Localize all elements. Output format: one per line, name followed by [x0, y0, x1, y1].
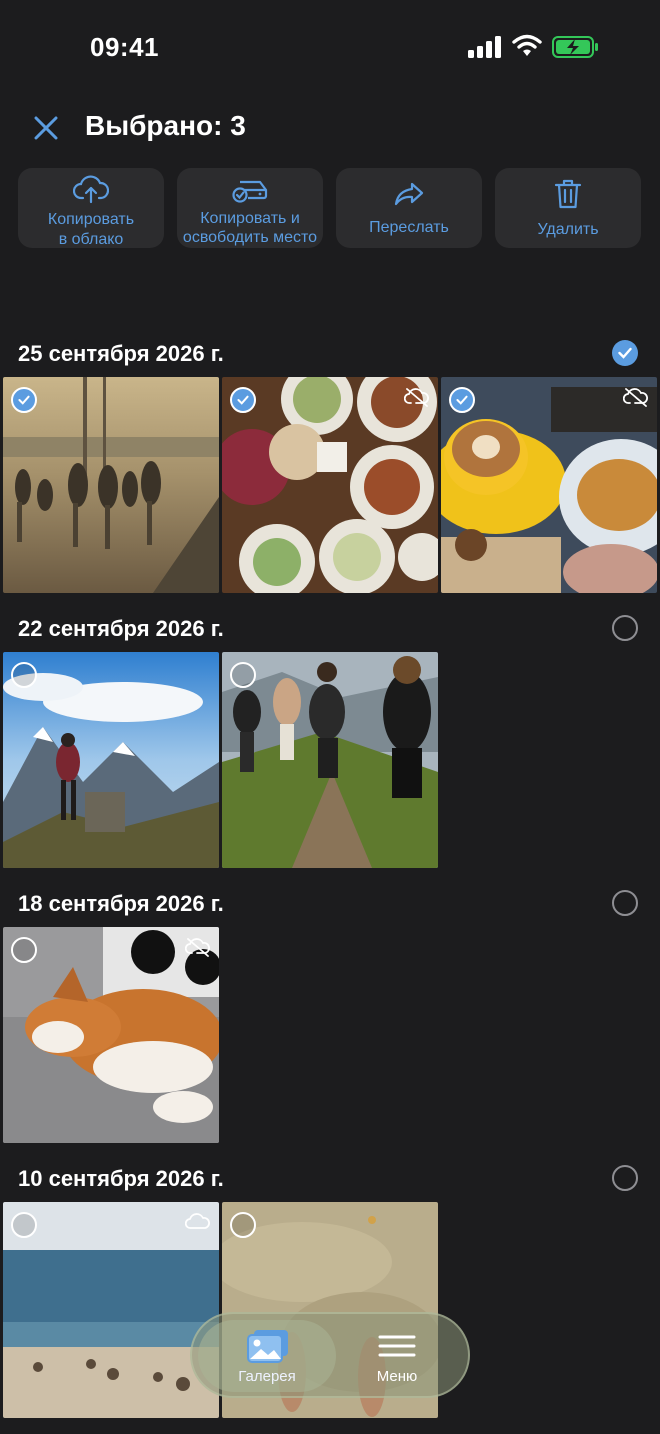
photo-tile[interactable]: [3, 1202, 219, 1418]
photo-group-hiking: [222, 652, 438, 868]
photo-people-walking: [3, 377, 219, 593]
cloud-off-icon: [185, 938, 210, 957]
forward-icon: [394, 182, 424, 206]
checkmark-icon: [456, 395, 468, 405]
photo-tile[interactable]: [3, 927, 219, 1143]
copy-to-cloud-label-2: в облако: [58, 231, 124, 248]
tab-menu-label: Меню: [376, 1368, 418, 1385]
photo-mountain-hiker: [3, 652, 219, 868]
bottom-tab-bar: Галерея Меню: [190, 1312, 470, 1398]
section-date: 22 сентября 2026 г.: [18, 616, 224, 641]
close-button[interactable]: [28, 110, 64, 146]
section-date: 25 сентября 2026 г.: [18, 341, 224, 366]
wifi-icon: [512, 34, 542, 56]
cloud-icon: [185, 1213, 210, 1229]
close-icon: [34, 116, 58, 140]
checkmark-icon: [237, 395, 249, 405]
forward-button[interactable]: Переслать: [336, 168, 482, 248]
section-select-toggle[interactable]: [612, 1165, 638, 1191]
cloud-off-icon: [623, 388, 648, 407]
checkmark-icon: [18, 395, 30, 405]
section-select-toggle[interactable]: [612, 615, 638, 641]
photo-checkbox[interactable]: [11, 937, 37, 963]
cloud-upload-icon: [73, 175, 109, 204]
battery-icon: [552, 36, 598, 58]
section-select-toggle[interactable]: [612, 340, 638, 366]
cloud-off-icon: [404, 388, 429, 407]
forward-label: Переслать: [369, 219, 449, 236]
copy-free-label: Копировать и: [200, 210, 300, 227]
copy-to-cloud-label: Копировать: [47, 211, 135, 228]
copy-and-free-space-button[interactable]: Копировать и освободить место: [177, 168, 323, 248]
photo-checkbox[interactable]: [11, 387, 37, 413]
gallery-icon: [247, 1330, 288, 1363]
page-title: Выбрано: 3: [85, 110, 246, 141]
photo-checkbox[interactable]: [230, 1212, 256, 1238]
photo-tile[interactable]: [222, 652, 438, 868]
photo-beach: [3, 1202, 219, 1418]
status-bar: 09:41: [0, 0, 660, 96]
delete-label: Удалить: [537, 221, 599, 238]
photo-checkbox[interactable]: [11, 1212, 37, 1238]
photo-checkbox[interactable]: [449, 387, 475, 413]
photo-tile[interactable]: [3, 652, 219, 868]
section-date: 18 сентября 2026 г.: [18, 891, 224, 916]
photo-checkbox[interactable]: [230, 387, 256, 413]
photo-checkbox[interactable]: [230, 662, 256, 688]
photo-tile[interactable]: [3, 377, 219, 593]
copy-to-cloud-button[interactable]: Копировать в облако: [18, 168, 164, 248]
section-select-toggle[interactable]: [612, 890, 638, 916]
section-date: 10 сентября 2026 г.: [18, 1166, 224, 1191]
selection-header: Выбрано: 3: [0, 100, 660, 156]
menu-icon: [378, 1335, 416, 1357]
photo-tile[interactable]: [222, 377, 438, 593]
photo-checkbox[interactable]: [11, 662, 37, 688]
delete-button[interactable]: Удалить: [495, 168, 641, 248]
tab-gallery[interactable]: Галерея: [198, 1320, 336, 1392]
signal-icon: [468, 36, 501, 58]
tab-gallery-label: Галерея: [238, 1368, 296, 1385]
checkmark-icon: [618, 347, 632, 359]
photo-sleeping-dog: [3, 927, 219, 1143]
photo-tile[interactable]: [441, 377, 657, 593]
photo-coffee-croissant: [441, 377, 657, 593]
photo-food-table: [222, 377, 438, 593]
copy-free-label-2: освободить место: [182, 229, 318, 246]
tab-menu[interactable]: Меню: [342, 1320, 452, 1392]
status-time: 09:41: [90, 32, 159, 62]
drive-check-icon: [232, 180, 268, 203]
action-toolbar: Копировать в облако Копировать и освобод…: [18, 168, 642, 248]
trash-icon: [554, 179, 582, 209]
